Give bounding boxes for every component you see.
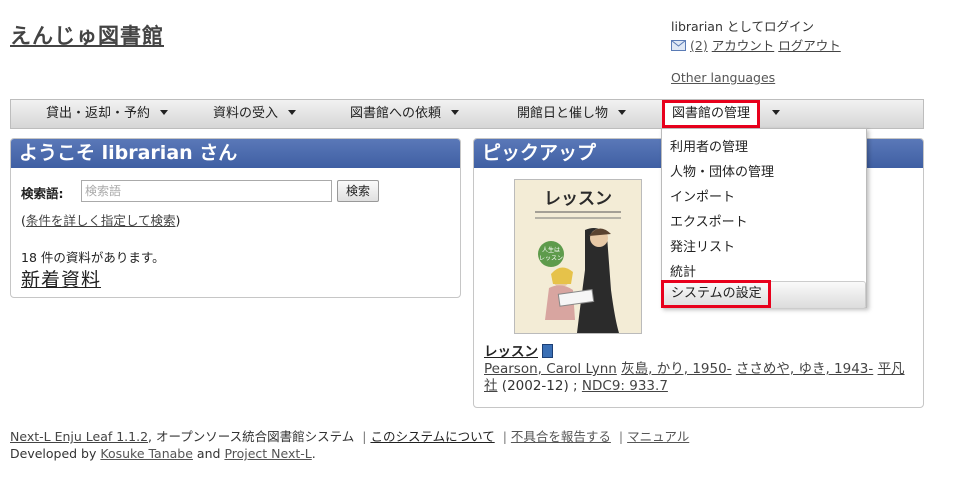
nav-circulation[interactable]: 貸出・返却・予約 [46, 100, 169, 128]
menu-item-agent-management[interactable]: 人物・団体の管理 [670, 161, 774, 180]
report-bug-link[interactable]: 不具合を報告する [511, 429, 611, 444]
chevron-down-icon [618, 110, 627, 115]
developed-by-end: . [311, 446, 316, 461]
about-link[interactable]: このシステムについて [370, 429, 494, 444]
nav-acquisition-label: 資料の受入 [213, 106, 279, 121]
welcome-heading: ようこそ librarian さん [11, 139, 460, 168]
nav-events-label: 開館日と催し物 [517, 106, 609, 121]
advanced-search-link[interactable]: 条件を詳しく指定して検索 [26, 213, 176, 228]
publish-date: (2002-12) [501, 378, 569, 394]
advanced-search: (条件を詳しく指定して検索) [21, 210, 180, 229]
author-link[interactable]: 灰島, かり, 1950- [621, 361, 731, 377]
nav-events[interactable]: 開館日と催し物 [517, 100, 627, 128]
chevron-down-icon [451, 110, 460, 115]
book-icon [542, 344, 553, 358]
book-title-link[interactable]: レッスン [484, 344, 538, 360]
developer-link[interactable]: Kosuke Tanabe [100, 446, 193, 461]
manual-link[interactable]: マニュアル [627, 429, 689, 444]
svg-text:人生は: 人生は [542, 246, 560, 254]
user-box: librarian としてログイン (2) アカウント ログアウト [671, 17, 845, 55]
nav-requests-label: 図書館への依頼 [350, 106, 442, 121]
menu-item-statistics[interactable]: 統計 [670, 261, 696, 280]
highlight-frame [661, 280, 771, 308]
search-input[interactable]: 検索語 [81, 180, 332, 202]
book-cover-image[interactable]: レッスン 人生は レッスン [514, 179, 642, 334]
project-link[interactable]: Project Next-L [224, 446, 311, 461]
nav-library-management-caret[interactable] [764, 100, 780, 128]
svg-text:レッスン: レッスン [539, 255, 563, 262]
footer-divider: | [362, 429, 367, 444]
account-link[interactable]: アカウント [712, 38, 775, 53]
info-separator: ; [573, 378, 578, 394]
menu-item-user-management[interactable]: 利用者の管理 [670, 136, 748, 155]
nav-library-management[interactable]: 図書館の管理 [662, 100, 761, 128]
search-button[interactable]: 検索 [337, 180, 379, 202]
main-navbar: 貸出・返却・予約 資料の受入 図書館への依頼 開館日と催し物 図書館の管理 [10, 99, 924, 129]
author-link[interactable]: Pearson, Carol Lynn [484, 361, 617, 377]
developed-by-label: Developed by [10, 446, 97, 461]
other-languages-link[interactable]: Other languages [671, 70, 775, 85]
welcome-panel: ようこそ librarian さん 検索語: 検索語 検索 (条件を詳しく指定し… [10, 138, 461, 298]
mail-icon[interactable] [671, 40, 686, 51]
product-description: , オープンソース統合図書館システム [148, 429, 355, 444]
nav-library-management-label: 図書館の管理 [672, 106, 751, 121]
site-title[interactable]: えんじゅ図書館 [10, 20, 164, 50]
nav-acquisition[interactable]: 資料の受入 [213, 100, 297, 128]
product-link[interactable]: Next-L Enju Leaf 1.1.2 [10, 429, 148, 444]
book-cover-art: レッスン 人生は レッスン [515, 180, 641, 333]
developed-by-and: and [196, 446, 221, 461]
user-links: (2) アカウント ログアウト [671, 36, 845, 55]
advanced-search-close: ) [175, 213, 181, 228]
mail-count-link[interactable]: (2) [690, 38, 708, 53]
item-count: 18 件の資料があります。 [21, 250, 165, 265]
chevron-down-icon [288, 110, 297, 115]
footer-divider: | [618, 429, 624, 444]
ndc-link[interactable]: NDC9: 933.7 [582, 378, 668, 394]
nav-circulation-label: 貸出・返却・予約 [46, 106, 151, 121]
book-info: レッスン Pearson, Carol Lynn 灰島, かり, 1950- さ… [484, 344, 914, 395]
footer: Next-L Enju Leaf 1.1.2, オープンソース統合図書館システム… [10, 428, 689, 462]
menu-item-export[interactable]: エクスポート [670, 211, 748, 230]
chevron-down-icon [160, 110, 169, 115]
search-form: 検索語: 検索語 検索 [21, 180, 379, 202]
new-items-link[interactable]: 新着資料 [21, 265, 101, 292]
logout-link[interactable]: ログアウト [778, 38, 841, 53]
nav-requests[interactable]: 図書館への依頼 [350, 100, 460, 128]
author-link[interactable]: ささめや, ゆき, 1943- [736, 361, 873, 377]
search-label: 検索語: [21, 186, 64, 201]
menu-item-order-list[interactable]: 発注リスト [670, 236, 735, 255]
footer-divider: | [502, 429, 507, 444]
cover-title: レッスン [544, 189, 612, 209]
menu-item-import[interactable]: インポート [670, 186, 735, 205]
chevron-down-icon [772, 110, 780, 115]
login-status: librarian としてログイン [671, 19, 814, 34]
